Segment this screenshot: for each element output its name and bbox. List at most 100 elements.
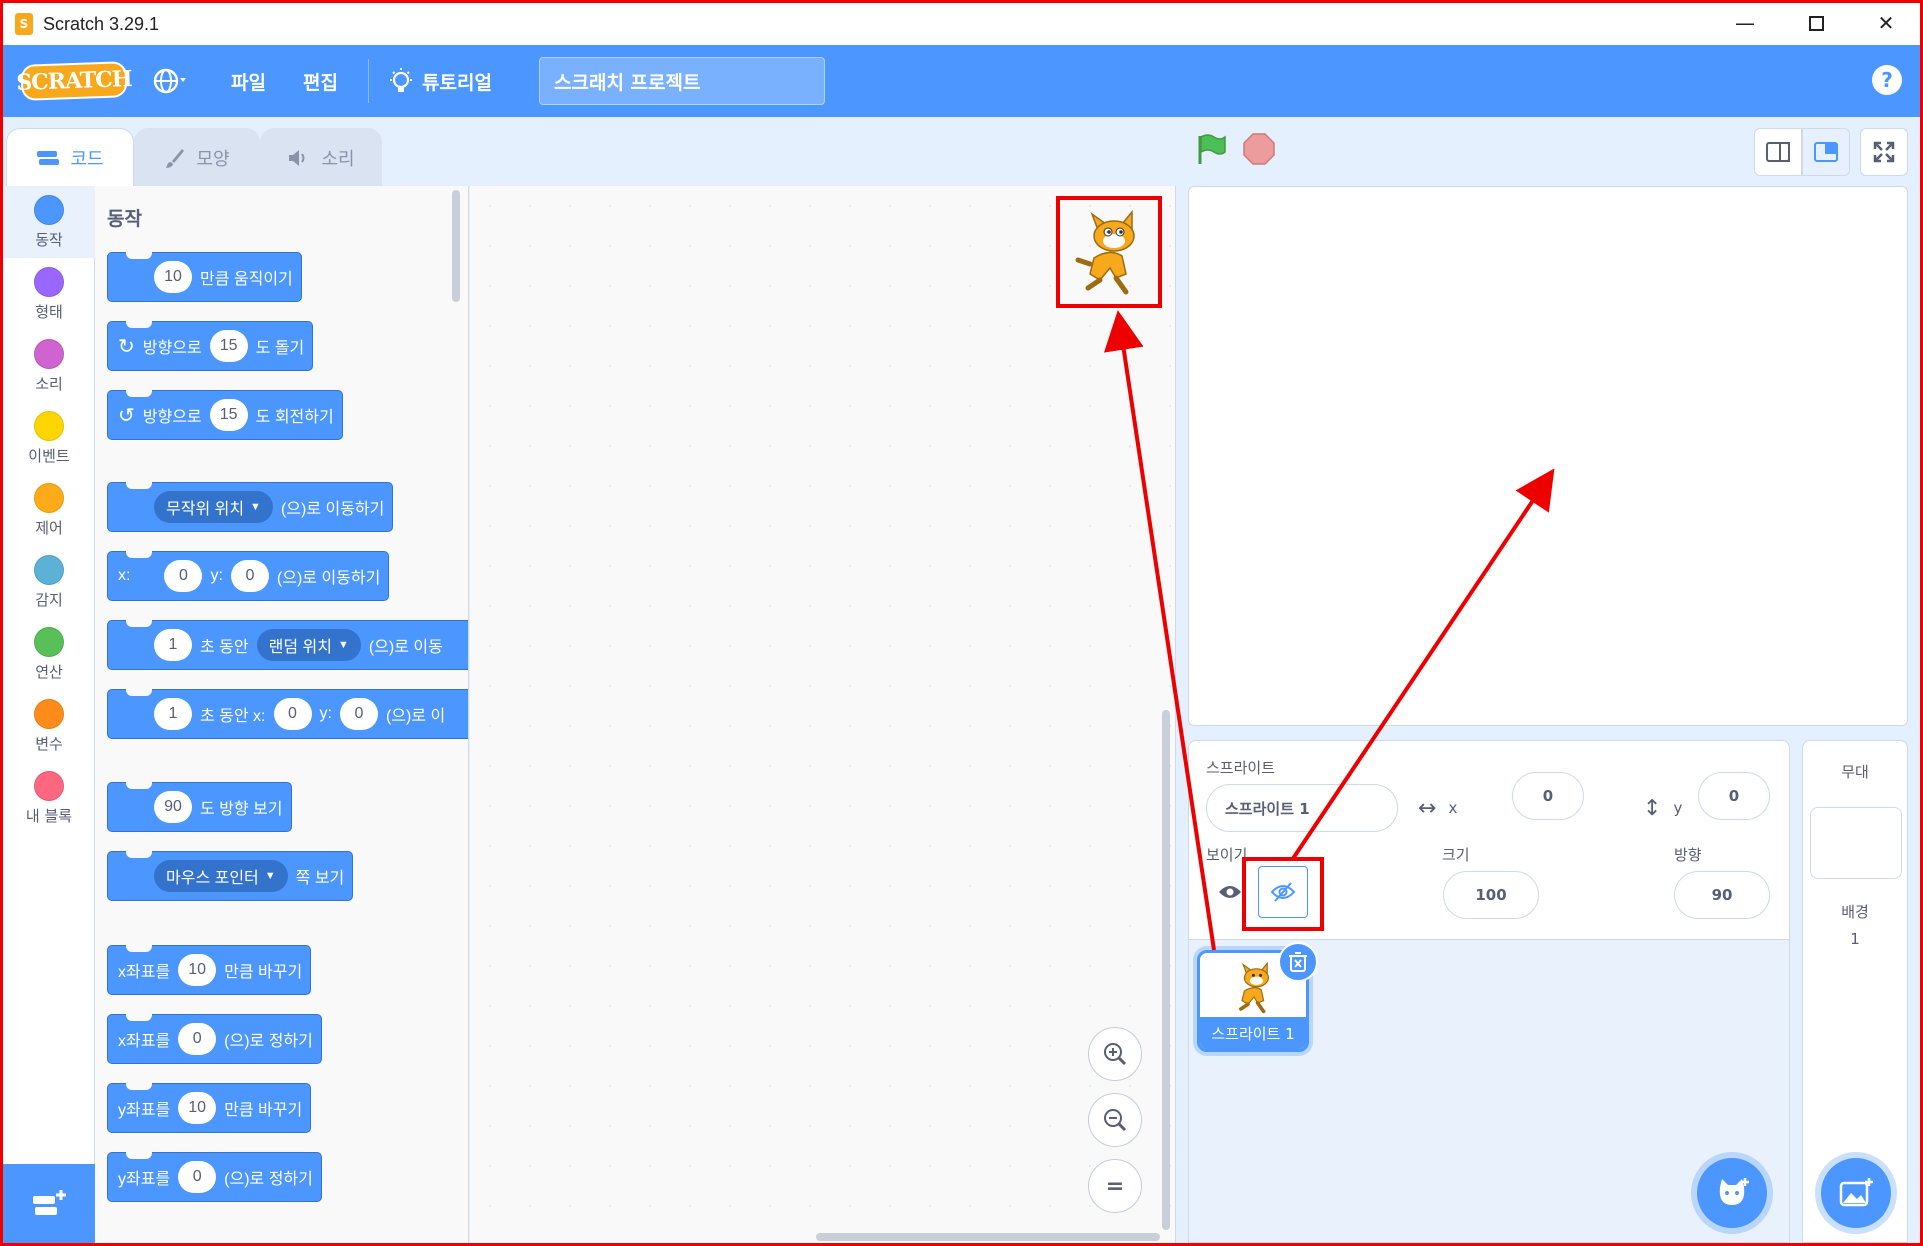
x-position-field[interactable]: 0 <box>1512 772 1584 820</box>
block-turn-left[interactable]: ↺ 방향으로 15 도 회전하기 <box>107 390 343 440</box>
project-title-input[interactable]: 스크래치 프로젝트 <box>539 57 825 105</box>
block-input[interactable]: 15 <box>209 399 248 431</box>
zoom-out-button[interactable] <box>1088 1093 1142 1147</box>
choose-backdrop-button[interactable] <box>1821 1158 1891 1228</box>
category-events-dot <box>34 410 64 441</box>
block-text: y좌표를 <box>118 1171 171 1188</box>
block-glide[interactable]: 1 초 동안 랜덤 위치 ▼ (으)로 이동 <box>107 620 468 670</box>
zoom-reset-button[interactable]: = <box>1088 1159 1142 1213</box>
block-input[interactable]: 0 <box>178 1023 217 1055</box>
category-operators[interactable]: 연산 <box>3 618 95 690</box>
category-control[interactable]: 제어 <box>3 474 95 546</box>
block-dropdown[interactable]: 마우스 포인터 ▼ <box>154 860 288 892</box>
stage-thumbnail[interactable] <box>1810 807 1902 879</box>
code-icon <box>37 150 60 165</box>
category-sensing[interactable]: 감지 <box>3 546 95 618</box>
size-field[interactable]: 100 <box>1443 871 1539 919</box>
tab-costumes-label: 모양 <box>196 148 230 170</box>
sprite-name-field[interactable]: 스프라이트 1 <box>1206 784 1398 832</box>
block-point-towards[interactable]: 마우스 포인터 ▼ 쪽 보기 <box>107 851 354 901</box>
help-button[interactable]: ? <box>1872 65 1902 95</box>
tab-code-label: 코드 <box>70 148 104 170</box>
block-glide-xy[interactable]: 1 초 동안 x: 0 y: 0 (으)로 이 <box>107 689 468 739</box>
globe-icon <box>153 68 186 94</box>
y-position-field[interactable]: 0 <box>1698 772 1770 820</box>
large-stage-button[interactable] <box>1802 128 1850 176</box>
lightbulb-icon <box>390 68 412 92</box>
category-looks[interactable]: 형태 <box>3 258 95 330</box>
block-move-steps[interactable]: 10 만큼 움직이기 <box>107 252 302 302</box>
block-input[interactable]: 0 <box>230 560 269 592</box>
block-dropdown[interactable]: 랜덤 위치 ▼ <box>256 629 361 661</box>
tutorials-label: 튜토리얼 <box>422 71 492 94</box>
block-text: 만큼 바꾸기 <box>224 1102 303 1119</box>
direction-field[interactable]: 90 <box>1674 871 1770 919</box>
block-text: 도 돌기 <box>255 340 305 357</box>
block-change-x[interactable]: x좌표를 10 만큼 바꾸기 <box>107 945 312 995</box>
block-input[interactable]: 10 <box>178 954 217 986</box>
block-input[interactable]: 10 <box>154 261 192 293</box>
language-menu[interactable] <box>153 45 187 117</box>
tab-costumes[interactable]: 모양 <box>134 128 260 186</box>
block-text: 만큼 바꾸기 <box>224 964 303 981</box>
minimize-button[interactable]: — <box>1715 3 1775 43</box>
stop-button[interactable] <box>1242 132 1276 166</box>
choose-sprite-button[interactable] <box>1697 1158 1767 1228</box>
block-change-y[interactable]: y좌표를 10 만큼 바꾸기 <box>107 1083 312 1133</box>
fullscreen-button[interactable] <box>1860 128 1908 176</box>
file-menu[interactable]: 파일 <box>231 45 266 117</box>
block-input[interactable]: 1 <box>154 629 192 661</box>
block-go-to-xy[interactable]: x: 0 y: 0 (으)로 이동하기 <box>107 551 390 601</box>
block-input[interactable]: 15 <box>209 330 248 362</box>
add-extension-button[interactable] <box>3 1164 95 1243</box>
turn-left-icon: ↺ <box>118 404 135 427</box>
category-sound[interactable]: 소리 <box>3 330 95 402</box>
block-input[interactable]: 0 <box>339 698 378 730</box>
title-bar: S Scratch 3.29.1 <box>3 3 1920 45</box>
category-my-blocks[interactable]: 내 블록 <box>3 762 95 834</box>
edit-menu[interactable]: 편집 <box>303 45 338 117</box>
code-workspace[interactable] <box>470 186 1176 1243</box>
scratch-logo[interactable]: SCRATCH <box>16 61 132 101</box>
fullscreen-icon <box>1873 141 1895 163</box>
tutorials-menu[interactable]: 튜토리얼 <box>388 45 492 117</box>
workspace-horizontal-scrollbar[interactable] <box>816 1233 1160 1241</box>
tab-code[interactable]: 코드 <box>6 128 134 186</box>
block-dropdown[interactable]: 무작위 위치 ▼ <box>154 491 273 523</box>
block-input[interactable]: 0 <box>178 1161 217 1193</box>
workspace-vertical-scrollbar[interactable] <box>1162 710 1170 1230</box>
small-stage-button[interactable] <box>1754 128 1802 176</box>
close-button[interactable]: ✕ <box>1856 3 1916 43</box>
block-input[interactable]: 0 <box>164 560 203 592</box>
stage-canvas[interactable] <box>1188 186 1908 726</box>
direction-label: 방향 <box>1674 846 1702 864</box>
block-input[interactable]: 0 <box>273 698 312 730</box>
block-text: 방향으로 <box>142 340 202 357</box>
category-motion[interactable]: 동작 <box>3 186 95 258</box>
annotation-highlight-sprite <box>1056 196 1162 308</box>
block-input[interactable]: 10 <box>178 1092 217 1124</box>
green-flag-button[interactable] <box>1194 132 1228 166</box>
block-text: (으)로 이동하기 <box>280 501 385 518</box>
block-point-direction[interactable]: 90 도 방향 보기 <box>107 782 292 832</box>
block-input[interactable]: 1 <box>154 698 192 730</box>
block-input[interactable]: 90 <box>154 791 192 823</box>
dropdown-value: 무작위 위치 <box>166 501 245 518</box>
maximize-button[interactable] <box>1786 3 1846 43</box>
brush-icon <box>166 148 185 168</box>
category-variables-label: 변수 <box>35 734 63 753</box>
delete-sprite-button[interactable] <box>1278 942 1318 982</box>
block-text: y: <box>210 567 223 584</box>
block-text: x좌표를 <box>118 1033 171 1050</box>
block-set-y[interactable]: y좌표를 0 (으)로 정하기 <box>107 1152 322 1202</box>
block-set-x[interactable]: x좌표를 0 (으)로 정하기 <box>107 1014 322 1064</box>
tab-sounds[interactable]: 소리 <box>260 128 382 186</box>
x-label: x <box>1448 799 1458 817</box>
category-sensing-dot <box>34 554 64 585</box>
block-go-to[interactable]: 무작위 위치 ▼ (으)로 이동하기 <box>107 482 394 532</box>
category-events[interactable]: 이벤트 <box>3 402 95 474</box>
category-variables[interactable]: 변수 <box>3 690 95 762</box>
palette-scrollbar[interactable] <box>452 190 460 302</box>
block-turn-right[interactable]: ↻ 방향으로 15 도 돌기 <box>107 321 314 371</box>
zoom-in-button[interactable] <box>1088 1027 1142 1081</box>
